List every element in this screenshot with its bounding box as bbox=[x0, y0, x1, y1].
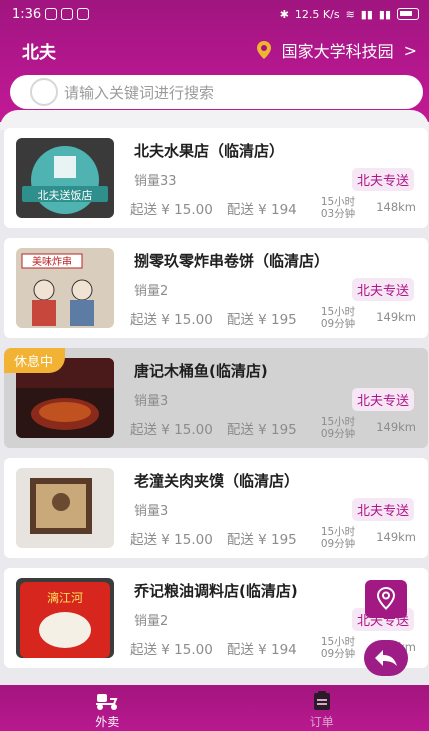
delivery-fee: 配送 ¥ 195 bbox=[226, 422, 297, 438]
scooter-icon bbox=[96, 694, 118, 710]
search-input[interactable]: 请输入关键词进行搜索 bbox=[10, 75, 423, 109]
store-sales: 销量3 bbox=[134, 394, 169, 409]
delivery-time: 15小时09分钟 bbox=[320, 636, 356, 658]
list-item[interactable]: 老潼关肉夹馍（临清店） 销量3 北夫专送 起送 ¥ 15.00 配送 ¥ 195… bbox=[4, 458, 428, 558]
tab-bar: 外卖 订单 bbox=[0, 685, 429, 731]
header: 1:36 ✱ 12.5 K/s ≋ ▮▮ ▮▮ 北夫 国家大学科技园 > 请输入… bbox=[0, 0, 429, 122]
delivery-tag: 北夫专送 bbox=[351, 498, 414, 521]
store-thumb-text: 北夫送饭店 bbox=[38, 188, 93, 202]
store-sales: 销量3 bbox=[134, 504, 169, 519]
store-sales: 销量2 bbox=[134, 284, 169, 299]
store-thumbnail: 北夫送饭店 bbox=[16, 138, 114, 218]
delivery-tag: 北夫专送 bbox=[351, 278, 414, 301]
min-order: 起送 ¥ 15.00 bbox=[130, 312, 213, 328]
distance: 149km bbox=[376, 310, 416, 324]
back-arrow-icon bbox=[375, 650, 397, 666]
distance: 149km bbox=[376, 420, 416, 434]
delivery-time: 15小时09分钟 bbox=[320, 416, 356, 438]
delivery-fee: 配送 ¥ 195 bbox=[226, 312, 297, 328]
min-order: 起送 ¥ 15.00 bbox=[130, 642, 213, 658]
headphone-icon bbox=[45, 8, 58, 20]
chevron-right-icon: > bbox=[403, 40, 417, 60]
min-order: 起送 ¥ 15.00 bbox=[130, 202, 213, 218]
map-pin-icon bbox=[376, 586, 396, 610]
store-thumbnail: 美味炸串 bbox=[16, 248, 114, 328]
min-order: 起送 ¥ 15.00 bbox=[130, 422, 213, 438]
store-name: 北夫水果店（临清店） bbox=[134, 142, 285, 160]
delivery-fee: 配送 ¥ 194 bbox=[226, 202, 297, 218]
notification-icon bbox=[61, 8, 74, 20]
status-time: 1:36 bbox=[12, 6, 42, 22]
distance: 149km bbox=[376, 530, 416, 544]
back-button[interactable] bbox=[364, 640, 408, 676]
map-button[interactable] bbox=[365, 580, 407, 618]
net-speed: 12.5 K/s bbox=[294, 7, 340, 21]
store-name: 乔记粮油调料店(临清店) bbox=[134, 582, 298, 600]
list-item[interactable]: 北夫送饭店 北夫水果店（临清店） 销量33 北夫专送 起送 ¥ 15.00 配送… bbox=[4, 128, 428, 228]
tab-orders[interactable]: 订单 bbox=[215, 685, 429, 731]
store-sales: 销量2 bbox=[134, 614, 169, 629]
signal-icon: ▮▮ bbox=[360, 7, 373, 21]
store-thumbnail bbox=[16, 468, 114, 548]
signal-icon-2: ▮▮ bbox=[378, 7, 391, 21]
location-label: 国家大学科技园 bbox=[281, 42, 394, 61]
app-brand: 北夫 bbox=[22, 43, 56, 63]
list-item[interactable]: 休息中 唐记木桶鱼(临清店) 销量3 北夫专送 起送 ¥ 15.00 配送 ¥ … bbox=[4, 348, 428, 448]
store-name: 捌零玖零炸串卷饼（临清店） bbox=[134, 252, 330, 270]
list-top-edge bbox=[0, 110, 429, 130]
store-thumbnail: 漓江河 bbox=[16, 578, 114, 658]
list-item[interactable]: 美味炸串 捌零玖零炸串卷饼（临清店） 销量2 北夫专送 起送 ¥ 15.00 配… bbox=[4, 238, 428, 338]
order-list-icon bbox=[313, 691, 330, 710]
delivery-time: 15小时09分钟 bbox=[320, 306, 356, 328]
delivery-tag: 北夫专送 bbox=[351, 388, 414, 411]
location-pin-icon bbox=[256, 41, 271, 59]
status-badge: 休息中 bbox=[4, 348, 66, 373]
store-name: 老潼关肉夹馍（临清店） bbox=[134, 472, 300, 490]
delivery-fee: 配送 ¥ 194 bbox=[226, 642, 297, 658]
bluetooth-icon: ✱ bbox=[279, 7, 289, 21]
delivery-fee: 配送 ¥ 195 bbox=[226, 532, 297, 548]
store-thumb-text: 漓江河 bbox=[47, 590, 83, 605]
store-thumb-text: 美味炸串 bbox=[32, 255, 72, 268]
delivery-tag: 北夫专送 bbox=[351, 168, 414, 191]
search-placeholder: 请输入关键词进行搜索 bbox=[64, 83, 215, 102]
battery-icon bbox=[397, 8, 419, 20]
delivery-time: 15小时09分钟 bbox=[320, 526, 356, 548]
status-bar: 1:36 ✱ 12.5 K/s ≋ ▮▮ ▮▮ bbox=[12, 4, 419, 24]
tab-takeout-label: 外卖 bbox=[95, 715, 120, 729]
tab-orders-label: 订单 bbox=[309, 715, 334, 729]
notification-icon-2 bbox=[77, 8, 90, 20]
min-order: 起送 ¥ 15.00 bbox=[130, 532, 213, 548]
tab-takeout[interactable]: 外卖 bbox=[0, 685, 215, 731]
search-icon bbox=[30, 78, 58, 106]
location-selector[interactable]: 国家大学科技园 > bbox=[256, 38, 417, 62]
distance: 148km bbox=[376, 200, 416, 214]
store-sales: 销量33 bbox=[134, 174, 177, 189]
wifi-icon: ≋ bbox=[345, 7, 355, 21]
delivery-time: 15小时03分钟 bbox=[320, 196, 356, 218]
store-name: 唐记木桶鱼(临清店) bbox=[134, 362, 268, 380]
